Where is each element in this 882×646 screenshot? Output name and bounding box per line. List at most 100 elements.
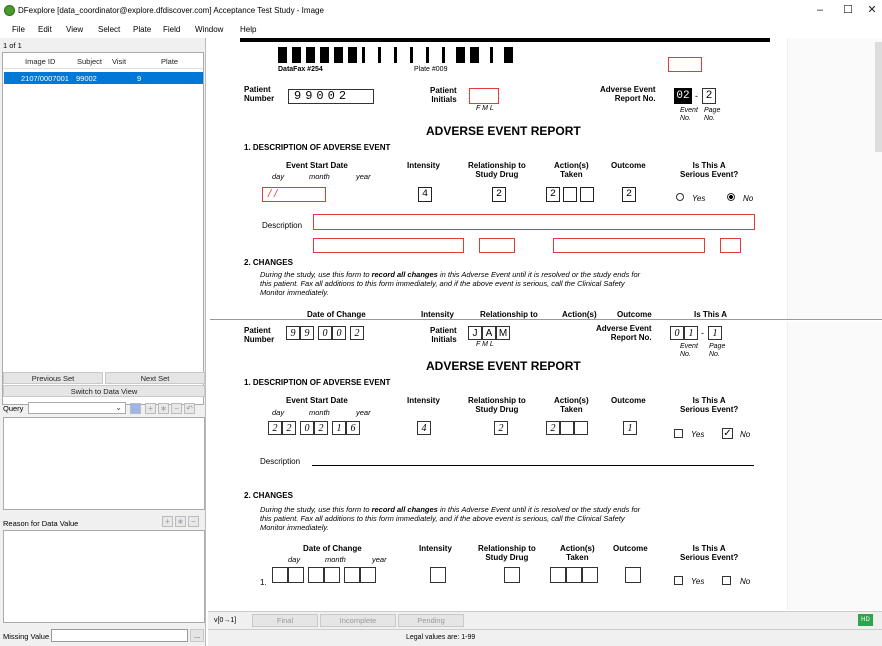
- row-visit: 9: [137, 74, 142, 83]
- action-field-3[interactable]: [580, 187, 594, 202]
- menu-select[interactable]: Select: [98, 25, 120, 34]
- menu-help[interactable]: Help: [240, 25, 256, 34]
- menu-window[interactable]: Window: [195, 25, 223, 34]
- start-date-field[interactable]: 220216: [268, 421, 360, 435]
- action-field-1[interactable]: 2: [546, 187, 560, 202]
- description-field[interactable]: [313, 214, 755, 230]
- instr-line: Monitor immediately.: [260, 523, 329, 532]
- col-image-id[interactable]: Image ID: [25, 57, 55, 66]
- patient-initials-label: Patient Initials: [430, 326, 457, 344]
- list-icon[interactable]: [130, 403, 141, 414]
- asterisk-icon[interactable]: ∗: [158, 403, 169, 414]
- patient-initials-field[interactable]: [469, 88, 499, 104]
- table-row[interactable]: 2107/0007001 99002 9: [4, 72, 203, 84]
- serious-no-radio[interactable]: [727, 193, 735, 201]
- change-yes-checkbox[interactable]: [674, 576, 683, 585]
- description-field-3[interactable]: [479, 238, 515, 253]
- minimize-button[interactable]: –: [810, 3, 830, 17]
- scrollbar[interactable]: [875, 42, 882, 152]
- event-no-field[interactable]: 02: [674, 88, 692, 104]
- serious-no-checkbox[interactable]: ✓: [722, 428, 733, 439]
- version-indicator[interactable]: v[0→1]: [214, 617, 236, 624]
- maximize-button[interactable]: ☐: [838, 3, 858, 17]
- action-field-2[interactable]: [563, 187, 577, 202]
- outcome-field[interactable]: 1: [623, 421, 637, 435]
- previous-set-button[interactable]: Previous Set: [3, 372, 103, 384]
- outcome2-label: Outcome: [617, 310, 652, 319]
- next-set-button[interactable]: Next Set: [105, 372, 205, 384]
- remove-icon[interactable]: −: [171, 403, 182, 414]
- relationship-field[interactable]: 2: [494, 421, 508, 435]
- digit: 2: [494, 421, 508, 435]
- intensity-field[interactable]: 4: [417, 421, 431, 435]
- label-line: Adverse Event: [600, 85, 656, 94]
- description-field-4[interactable]: [553, 238, 705, 253]
- patient-number-field[interactable]: 99002: [288, 89, 374, 104]
- pending-button[interactable]: Pending: [398, 614, 464, 627]
- label-line: Page: [704, 107, 721, 114]
- patient-initials-field[interactable]: JAM: [468, 326, 510, 340]
- change-date-field[interactable]: [272, 567, 376, 583]
- description-field-2[interactable]: [313, 238, 464, 253]
- serious-label: Is This A Serious Event?: [680, 396, 738, 414]
- digit: 2: [546, 421, 560, 435]
- reason-add-icon[interactable]: +: [162, 516, 173, 527]
- add-icon[interactable]: +: [145, 403, 156, 414]
- action-field[interactable]: 2: [546, 421, 588, 435]
- relationship-field[interactable]: 2: [492, 187, 506, 202]
- digit: 6: [346, 421, 360, 435]
- reason-remove-icon[interactable]: −: [188, 516, 199, 527]
- label-line: Number: [244, 335, 275, 344]
- col-plate[interactable]: Plate: [161, 57, 178, 66]
- no-label: No: [740, 430, 751, 439]
- switch-data-view-button[interactable]: Switch to Data View: [3, 385, 205, 397]
- change-outcome-field[interactable]: [625, 567, 641, 583]
- col-subject[interactable]: Subject: [77, 57, 102, 66]
- menu-file[interactable]: File: [12, 25, 25, 34]
- final-button[interactable]: Final: [252, 614, 318, 627]
- menu-plate[interactable]: Plate: [133, 25, 151, 34]
- start-date-field[interactable]: / /: [262, 187, 326, 202]
- image-view-top[interactable]: DataFax #254 Plate #009 Patient Number 99…: [210, 38, 882, 320]
- serious-yes-radio[interactable]: [676, 193, 684, 201]
- image-view-bottom[interactable]: Patient Number 99002 Patient Initials JAM …: [210, 322, 882, 610]
- change-relationship-field[interactable]: [504, 567, 520, 583]
- close-button[interactable]: ✕: [862, 3, 882, 17]
- menu-view[interactable]: View: [66, 25, 83, 34]
- top-right-field[interactable]: [668, 57, 702, 72]
- digit: 1: [623, 421, 637, 435]
- reason-asterisk-icon[interactable]: ∗: [175, 516, 186, 527]
- change-intensity-field[interactable]: [430, 567, 446, 583]
- month-label: month: [325, 555, 346, 564]
- patient-number-field[interactable]: 99002: [286, 326, 364, 340]
- digit: 9: [305, 89, 317, 103]
- col-visit[interactable]: Visit: [112, 57, 126, 66]
- query-select[interactable]: ⌄: [28, 402, 126, 414]
- missing-value-input[interactable]: [51, 629, 188, 642]
- digit: 1: [332, 421, 346, 435]
- event-no-field[interactable]: 01: [670, 326, 698, 340]
- query-text[interactable]: [3, 417, 205, 510]
- menu-edit[interactable]: Edit: [38, 25, 52, 34]
- outcome-field[interactable]: 2: [622, 187, 636, 202]
- divider: [208, 629, 882, 630]
- intensity-field[interactable]: 4: [418, 187, 432, 202]
- missing-value-browse-button[interactable]: ...: [190, 629, 204, 642]
- incomplete-button[interactable]: Incomplete: [320, 614, 396, 627]
- page-no-field[interactable]: 2: [702, 88, 716, 104]
- page-no-field[interactable]: 1: [708, 326, 722, 340]
- reason-text[interactable]: [3, 530, 205, 623]
- row-subject: 99002: [76, 74, 97, 83]
- outcome-label: Outcome: [611, 396, 646, 405]
- description-line[interactable]: [312, 465, 754, 466]
- chevron-down-icon: ⌄: [115, 403, 122, 412]
- menu-field[interactable]: Field: [163, 25, 180, 34]
- change-action-field[interactable]: [550, 567, 598, 583]
- outcome2-label: Outcome: [613, 544, 648, 553]
- description-field-5[interactable]: [720, 238, 741, 253]
- serious-yes-checkbox[interactable]: [674, 429, 683, 438]
- image-list[interactable]: Image ID Subject Visit Plate 2107/000700…: [2, 52, 204, 405]
- undo-icon[interactable]: ↶: [184, 403, 195, 414]
- change-no-checkbox[interactable]: [722, 576, 731, 585]
- label-line: Report No.: [614, 94, 656, 103]
